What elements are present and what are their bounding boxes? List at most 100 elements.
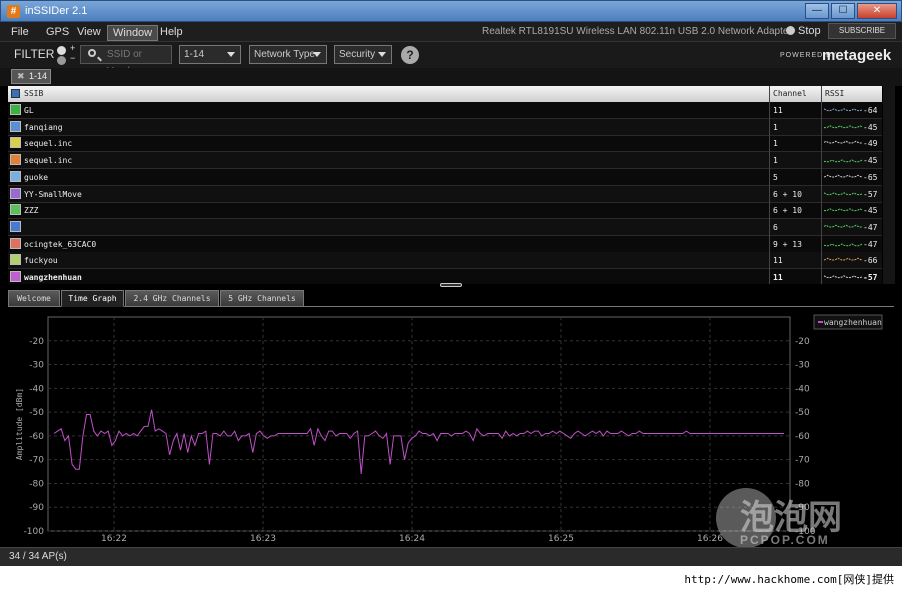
network-color-swatch[interactable] bbox=[10, 104, 21, 115]
network-color-swatch[interactable] bbox=[10, 187, 21, 199]
filter-label: FILTER bbox=[14, 47, 55, 61]
rssi-column-header[interactable]: RSSI bbox=[825, 89, 844, 98]
rssi-cell: -64 bbox=[863, 106, 878, 115]
rssi-sparkline bbox=[824, 275, 862, 279]
chevron-down-icon bbox=[227, 52, 235, 57]
network-color-swatch[interactable] bbox=[10, 154, 21, 166]
table-row[interactable]: sequel.inc 1 -49 bbox=[8, 135, 882, 153]
sparkline-path bbox=[824, 191, 862, 195]
subscribe-button[interactable]: SUBSCRIBE bbox=[828, 23, 896, 39]
y-tick-label-left: -60 bbox=[29, 432, 44, 442]
channel-cell: 5 bbox=[773, 172, 778, 182]
network-color-swatch[interactable] bbox=[10, 237, 21, 249]
y-tick-label-left: -30 bbox=[29, 361, 44, 371]
stop-icon bbox=[786, 26, 795, 35]
rssi-sparkline bbox=[824, 124, 862, 128]
table-row[interactable]: ZZZ 6 + 10 -45 bbox=[8, 202, 882, 220]
table-row[interactable]: ocingtek_63CAC0 9 + 13 -47 bbox=[8, 236, 882, 253]
rssi-cell: -45 bbox=[863, 206, 878, 216]
plot-area bbox=[47, 316, 791, 532]
sparkline-path bbox=[824, 275, 862, 279]
rssi-cell: -47 bbox=[863, 222, 878, 232]
y-tick-label-right: -60 bbox=[795, 432, 810, 442]
column-divider bbox=[769, 86, 770, 284]
table-row[interactable]: 6 -47 bbox=[8, 218, 882, 236]
y-tick-label-left: -50 bbox=[29, 408, 44, 418]
rssi-cell: -66 bbox=[863, 256, 878, 266]
table-body: GL 11 -64 fanqiang 1 -45 sequel.inc 1 -49 sequel.… bbox=[8, 102, 882, 284]
channel-cell: 6 + 10 bbox=[773, 189, 802, 199]
x-tick-label: 16:22 bbox=[101, 534, 127, 544]
close-button[interactable]: ✕ bbox=[857, 3, 897, 19]
table-row[interactable]: sequel.inc 1 -45 bbox=[8, 152, 882, 170]
tab-time-graph[interactable]: Time Graph bbox=[61, 290, 124, 307]
menu-file[interactable]: File bbox=[6, 25, 34, 39]
network-type-label: Network Type bbox=[254, 49, 315, 60]
menu-view[interactable]: View bbox=[72, 25, 106, 39]
stop-button[interactable]: Stop bbox=[786, 25, 821, 37]
rssi-sparkline bbox=[824, 257, 862, 261]
status-bar: 34 / 34 AP(s) bbox=[0, 547, 902, 566]
filter-exclude-radio[interactable] bbox=[57, 56, 66, 65]
ssid-cell: sequel.inc bbox=[24, 139, 73, 149]
rssi-cell: -45 bbox=[863, 156, 878, 166]
sparkline-path bbox=[824, 224, 862, 228]
network-color-swatch[interactable] bbox=[10, 204, 21, 216]
y-tick-label-left: -20 bbox=[29, 337, 44, 347]
y-axis-label: Amplitude [dBm] bbox=[15, 388, 24, 460]
rssi-cell: -49 bbox=[863, 139, 878, 149]
select-all-checkbox[interactable] bbox=[11, 89, 20, 98]
table-row[interactable]: GL 11 -64 bbox=[8, 102, 882, 119]
tab-5ghz-channels[interactable]: 5 GHz Channels bbox=[220, 290, 304, 307]
pane-splitter-handle[interactable] bbox=[440, 283, 462, 287]
y-tick-label-right: -30 bbox=[795, 361, 810, 371]
table-header: SSIB Channel RSSI bbox=[8, 86, 882, 102]
table-scrollbar[interactable] bbox=[883, 86, 895, 284]
network-color-swatch[interactable] bbox=[10, 254, 21, 266]
filter-bar: FILTER + − SSID or Vendor 1-14 Network T… bbox=[0, 42, 902, 77]
help-icon[interactable]: ? bbox=[401, 46, 419, 64]
window-title: inSSIDer 2.1 bbox=[25, 5, 88, 17]
channel-dropdown[interactable]: 1-14 bbox=[179, 45, 241, 64]
table-row[interactable]: guoke 5 -65 bbox=[8, 169, 882, 186]
menu-window[interactable]: Window bbox=[107, 25, 159, 41]
security-dropdown[interactable]: Security bbox=[334, 45, 392, 64]
network-color-swatch[interactable] bbox=[10, 137, 21, 149]
y-tick-label-left: -70 bbox=[29, 456, 44, 466]
channel-filter-tag[interactable]: ✖ 1-14 bbox=[11, 69, 51, 84]
maximize-button[interactable]: ☐ bbox=[831, 3, 855, 19]
table-row[interactable]: fanqiang 1 -45 bbox=[8, 118, 882, 136]
network-type-dropdown[interactable]: Network Type bbox=[249, 45, 327, 64]
remove-tag-icon[interactable]: ✖ bbox=[17, 70, 25, 83]
channel-column-header[interactable]: Channel bbox=[773, 89, 807, 98]
table-row[interactable]: wangzhenhuan 11 -57 bbox=[8, 269, 882, 284]
ssid-column-header[interactable]: SSIB bbox=[24, 89, 43, 98]
channel-cell: 6 + 10 bbox=[773, 206, 802, 216]
metageek-logo: metageek bbox=[822, 47, 892, 64]
network-color-swatch[interactable] bbox=[10, 220, 21, 232]
sparkline-path bbox=[824, 243, 862, 246]
sparkline-path bbox=[824, 108, 862, 112]
ssid-cell: fanqiang bbox=[24, 122, 63, 132]
y-tick-label-left: -90 bbox=[29, 503, 44, 513]
source-strip: http://www.hackhome.com[网侠]提供 bbox=[0, 566, 902, 595]
ssid-cell: ocingtek_63CAC0 bbox=[24, 239, 97, 249]
network-color-swatch[interactable] bbox=[10, 170, 21, 182]
app-icon: # bbox=[7, 5, 20, 18]
tab-welcome[interactable]: Welcome bbox=[8, 290, 60, 307]
minimize-button[interactable]: — bbox=[805, 3, 829, 19]
table-row[interactable]: YY-SmallMove 6 + 10 -57 bbox=[8, 185, 882, 203]
ssid-cell: guoke bbox=[24, 172, 49, 182]
menu-gps[interactable]: GPS bbox=[41, 25, 74, 39]
menu-help[interactable]: Help bbox=[155, 25, 188, 39]
tab-24ghz-channels[interactable]: 2.4 GHz Channels bbox=[125, 290, 219, 307]
filter-include-radio[interactable] bbox=[57, 46, 66, 55]
ssid-search-input[interactable]: SSID or Vendor bbox=[80, 45, 172, 77]
network-color-swatch[interactable] bbox=[10, 120, 21, 132]
channel-cell: 11 bbox=[773, 273, 783, 282]
network-color-swatch[interactable] bbox=[10, 271, 21, 282]
ssid-cell: GL bbox=[24, 106, 34, 115]
table-row[interactable]: fuckyou 11 -66 bbox=[8, 252, 882, 270]
menu-bar: File GPS View Window Help Realtek RTL819… bbox=[0, 22, 902, 42]
source-url: http://www.hackhome.com[网侠]提供 bbox=[684, 573, 894, 586]
